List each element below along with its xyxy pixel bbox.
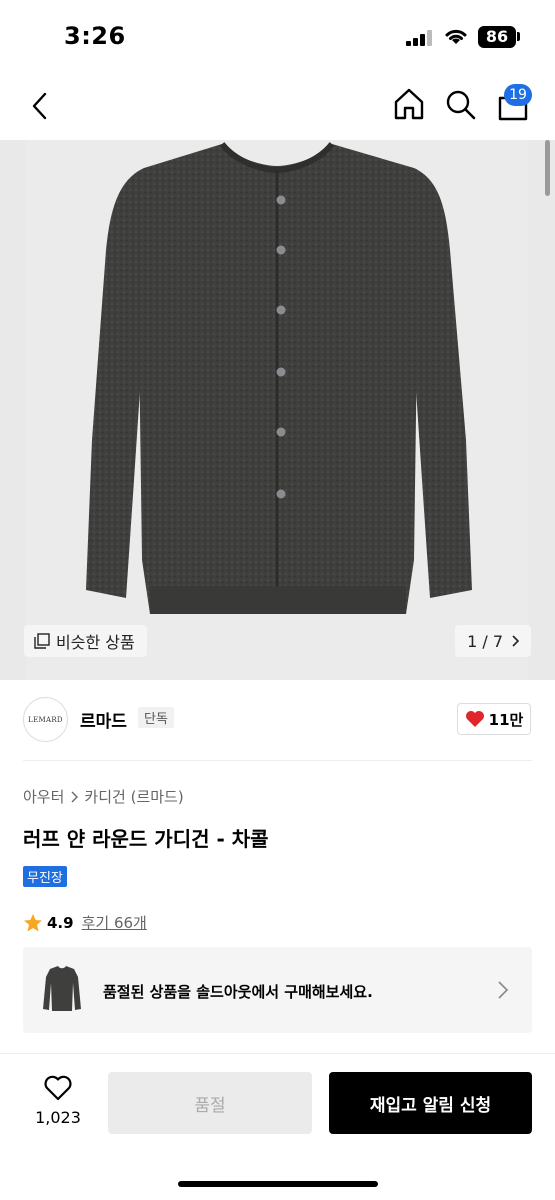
similar-products-button[interactable]: 비슷한 상품	[24, 625, 147, 657]
brand-like-count: 11만	[488, 710, 524, 729]
scroll-indicator[interactable]	[545, 140, 550, 196]
section-divider	[23, 760, 532, 761]
chevron-right-icon	[498, 981, 509, 999]
wishlist-button[interactable]: 1,023	[30, 1074, 86, 1134]
similar-products-label: 비슷한 상품	[56, 633, 135, 652]
breadcrumb-item[interactable]: 아우터	[23, 786, 64, 807]
product-image-carousel[interactable]: 비슷한 상품 1 / 7	[0, 140, 555, 680]
restock-alert-button[interactable]: 재입고 알림 신청	[329, 1072, 532, 1134]
product-image	[26, 140, 528, 680]
store-badge: 무진장	[23, 866, 67, 887]
similar-items-icon	[34, 633, 50, 649]
home-icon[interactable]	[392, 86, 426, 122]
home-indicator[interactable]	[178, 1181, 378, 1187]
product-title: 러프 얀 라운드 가디건 - 차콜	[23, 827, 269, 851]
page-counter-text: 1 / 7	[467, 631, 503, 651]
chevron-right-icon	[512, 635, 519, 647]
wishlist-count: 1,023	[35, 1108, 81, 1127]
battery-indicator: 86	[478, 26, 516, 48]
search-icon[interactable]	[444, 86, 478, 122]
wifi-icon	[445, 29, 467, 44]
status-bar: 3:26 86	[0, 0, 555, 70]
image-page-counter[interactable]: 1 / 7	[455, 625, 531, 657]
breadcrumb-item[interactable]: 카디건 (르마드)	[84, 786, 183, 807]
breadcrumb: 아우터 카디건 (르마드)	[23, 786, 184, 807]
star-icon	[24, 913, 42, 931]
battery-tip	[517, 32, 520, 41]
cart-count-badge: 19	[504, 84, 532, 106]
back-icon[interactable]	[28, 90, 52, 122]
soldout-product-thumbnail	[43, 966, 81, 1011]
brand-row: LEMARD 르마드 단독 11만	[0, 695, 555, 745]
top-navigation	[0, 80, 555, 130]
rating-value: 4.9	[47, 913, 74, 932]
bottom-bar-divider	[0, 1053, 555, 1054]
brand-logo[interactable]: LEMARD	[23, 697, 68, 742]
soldout-banner-text: 품절된 상품을 솔드아웃에서 구매해보세요.	[103, 983, 373, 1001]
chevron-right-icon	[71, 791, 79, 802]
brand-like-button[interactable]: 11만	[457, 703, 531, 735]
reviews-link[interactable]: 후기 66개	[82, 912, 147, 933]
rating-row: 4.9 후기 66개	[23, 912, 147, 933]
brand-name[interactable]: 르마드	[80, 707, 127, 732]
heart-filled-icon	[465, 711, 484, 727]
heart-outline-icon	[44, 1075, 72, 1101]
soldout-banner[interactable]: 품절된 상품을 솔드아웃에서 구매해보세요.	[23, 947, 532, 1033]
status-time: 3:26	[64, 22, 126, 50]
sold-out-button[interactable]: 품절	[108, 1072, 312, 1134]
cellular-signal-icon	[406, 30, 432, 46]
cardigan-illustration	[86, 142, 472, 614]
exclusive-tag: 단독	[138, 707, 174, 728]
